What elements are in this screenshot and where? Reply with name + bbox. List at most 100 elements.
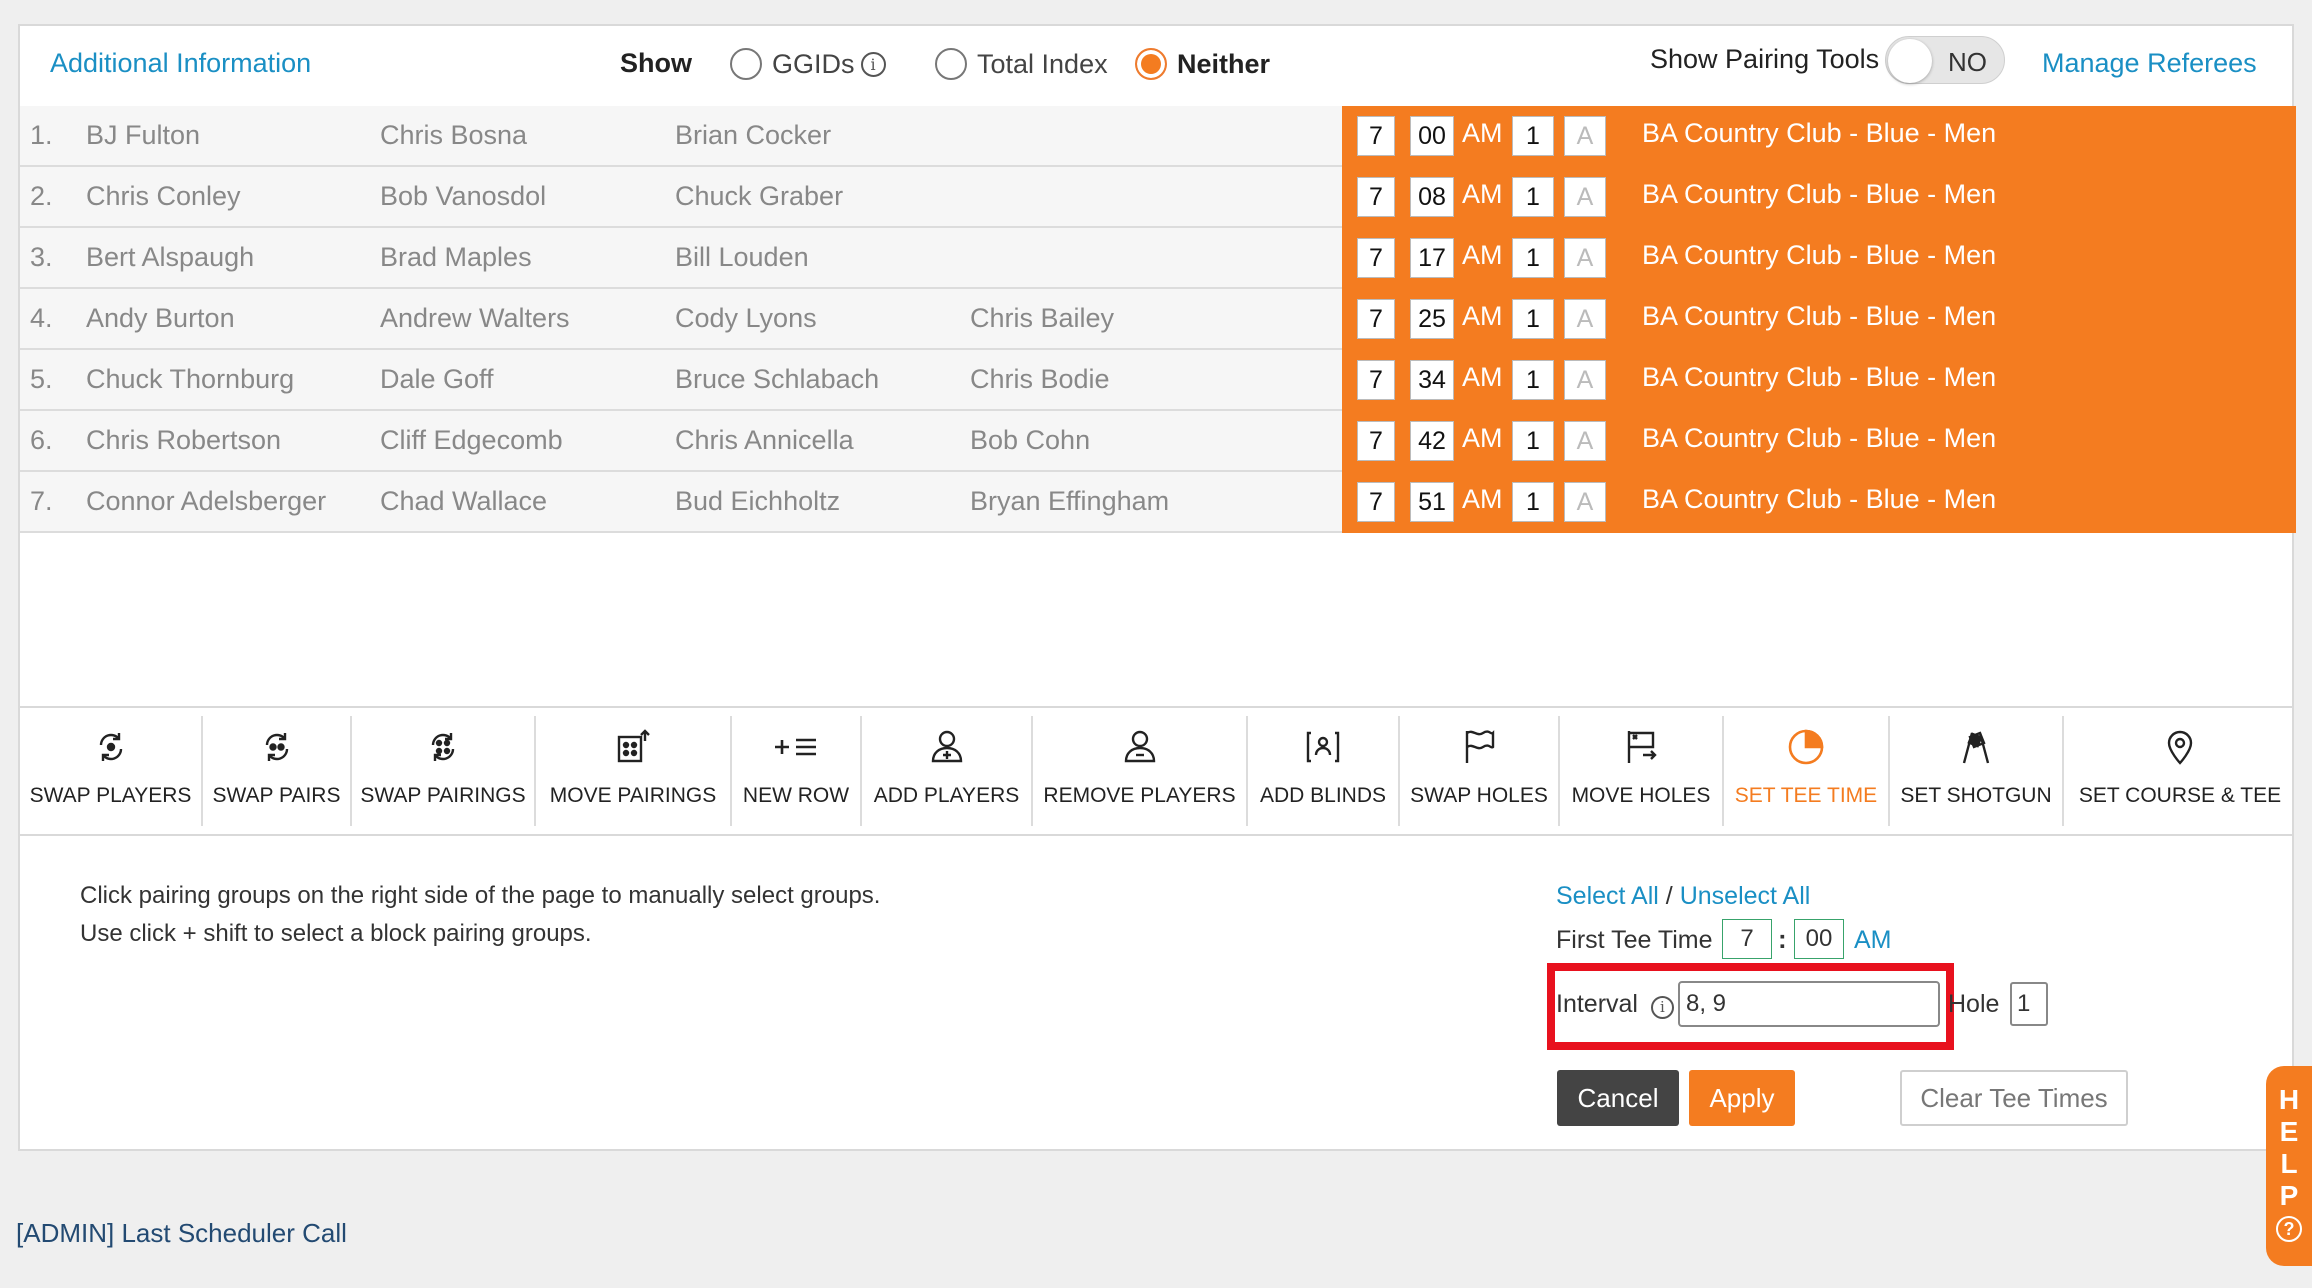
tool-swap-players[interactable]: SWAP PLAYERS [20, 716, 203, 826]
player-name[interactable]: Brad Maples [380, 242, 532, 273]
minute-input[interactable]: 51 [1410, 482, 1454, 522]
player-name[interactable]: Andrew Walters [380, 303, 570, 334]
tee-input[interactable]: A [1564, 238, 1606, 278]
player-name[interactable]: Bob Cohn [970, 425, 1090, 456]
pairing-row[interactable]: 2. Chris Conley Bob Vanosdol Chuck Graber 7… [20, 167, 2296, 228]
minute-input[interactable]: 25 [1410, 299, 1454, 339]
manage-referees-link[interactable]: Manage Referees [2042, 48, 2257, 79]
tool-new-row[interactable]: NEW ROW [732, 716, 862, 826]
hole-input[interactable]: 1 [1512, 116, 1554, 156]
select-all-link[interactable]: Select All [1556, 882, 1659, 910]
pairing-group-selected[interactable]: 7 34 AM 1 A BA Country Club - Blue - Men [1342, 350, 2296, 411]
hole-input[interactable]: 1 [1512, 482, 1554, 522]
player-name[interactable]: Bert Alspaugh [86, 242, 254, 273]
tee-input[interactable]: A [1564, 116, 1606, 156]
tool-remove-players[interactable]: REMOVE PLAYERS [1033, 716, 1248, 826]
player-name[interactable]: Bob Vanosdol [380, 181, 546, 212]
player-name[interactable]: Brian Cocker [675, 120, 831, 151]
pairing-row[interactable]: 1. BJ Fulton Chris Bosna Brian Cocker 7 00 … [20, 106, 2296, 167]
tool-swap-pairs[interactable]: SWAP PAIRS [203, 716, 352, 826]
minute-input[interactable]: 34 [1410, 360, 1454, 400]
pairing-group-selected[interactable]: 7 00 AM 1 A BA Country Club - Blue - Men [1342, 106, 2296, 167]
player-name[interactable]: Bruce Schlabach [675, 364, 879, 395]
pairing-group-selected[interactable]: 7 08 AM 1 A BA Country Club - Blue - Men [1342, 167, 2296, 228]
hour-input[interactable]: 7 [1357, 238, 1395, 278]
radio-ggids[interactable]: GGIDs i [730, 46, 886, 82]
ampm-label[interactable]: AM [1462, 362, 1503, 393]
apply-button[interactable]: Apply [1689, 1070, 1795, 1126]
hole-input[interactable]: 1 [1512, 238, 1554, 278]
player-name[interactable]: Chad Wallace [380, 486, 547, 517]
tool-swap-pairings[interactable]: SWAP PAIRINGS [352, 716, 536, 826]
tool-swap-holes[interactable]: SWAP HOLES [1400, 716, 1560, 826]
tool-add-players[interactable]: ADD PLAYERS [862, 716, 1033, 826]
first-tee-ampm-toggle[interactable]: AM [1854, 926, 1892, 955]
tee-input[interactable]: A [1564, 299, 1606, 339]
pairing-group-selected[interactable]: 7 17 AM 1 A BA Country Club - Blue - Men [1342, 228, 2296, 289]
tool-set-shotgun[interactable]: SET SHOTGUN [1890, 716, 2064, 826]
ampm-label[interactable]: AM [1462, 484, 1503, 515]
course-name[interactable]: BA Country Club - Blue - Men [1642, 484, 1996, 515]
ampm-label[interactable]: AM [1462, 118, 1503, 149]
first-tee-hour-input[interactable]: 7 [1722, 919, 1772, 959]
radio-total-index[interactable]: Total Index [935, 46, 1108, 82]
pairing-tools-toggle[interactable]: NO [1885, 36, 2005, 84]
tool-move-pairings[interactable]: MOVE PAIRINGS [536, 716, 732, 826]
player-name[interactable]: Bud Eichholtz [675, 486, 840, 517]
course-name[interactable]: BA Country Club - Blue - Men [1642, 301, 1996, 332]
player-name[interactable]: Cliff Edgecomb [380, 425, 563, 456]
ampm-label[interactable]: AM [1462, 240, 1503, 271]
course-name[interactable]: BA Country Club - Blue - Men [1642, 423, 1996, 454]
player-name[interactable]: Bill Louden [675, 242, 809, 273]
pairing-row[interactable]: 4. Andy Burton Andrew Walters Cody Lyons Chr… [20, 289, 2296, 350]
admin-last-scheduler-call-link[interactable]: [ADMIN] Last Scheduler Call [16, 1218, 347, 1249]
minute-input[interactable]: 00 [1410, 116, 1454, 156]
pairing-group-selected[interactable]: 7 42 AM 1 A BA Country Club - Blue - Men [1342, 411, 2296, 472]
course-name[interactable]: BA Country Club - Blue - Men [1642, 179, 1996, 210]
tee-input[interactable]: A [1564, 421, 1606, 461]
hour-input[interactable]: 7 [1357, 360, 1395, 400]
player-name[interactable]: Chuck Thornburg [86, 364, 294, 395]
pairing-row[interactable]: 5. Chuck Thornburg Dale Goff Bruce Schlabac… [20, 350, 2296, 411]
hour-input[interactable]: 7 [1357, 421, 1395, 461]
minute-input[interactable]: 08 [1410, 177, 1454, 217]
player-name[interactable]: Chris Annicella [675, 425, 854, 456]
pairing-group-selected[interactable]: 7 51 AM 1 A BA Country Club - Blue - Men [1342, 472, 2296, 533]
minute-input[interactable]: 42 [1410, 421, 1454, 461]
unselect-all-link[interactable]: Unselect All [1680, 882, 1811, 910]
player-name[interactable]: Chris Bailey [970, 303, 1114, 334]
player-name[interactable]: Chuck Graber [675, 181, 843, 212]
pairing-row[interactable]: 7. Connor Adelsberger Chad Wallace Bud Eich… [20, 472, 2296, 533]
hour-input[interactable]: 7 [1357, 116, 1395, 156]
player-name[interactable]: Connor Adelsberger [86, 486, 326, 517]
tool-add-blinds[interactable]: ADD BLINDS [1248, 716, 1400, 826]
first-tee-minute-input[interactable]: 00 [1794, 919, 1844, 959]
player-name[interactable]: Chris Robertson [86, 425, 281, 456]
tool-set-tee-time[interactable]: SET TEE TIME [1724, 716, 1890, 826]
hole-input[interactable]: 1 [1512, 177, 1554, 217]
hour-input[interactable]: 7 [1357, 482, 1395, 522]
hour-input[interactable]: 7 [1357, 299, 1395, 339]
ampm-label[interactable]: AM [1462, 179, 1503, 210]
pairing-row[interactable]: 3. Bert Alspaugh Brad Maples Bill Louden 7 … [20, 228, 2296, 289]
help-tab[interactable]: H E L P? [2266, 1066, 2312, 1266]
player-name[interactable]: Chris Bosna [380, 120, 527, 151]
course-name[interactable]: BA Country Club - Blue - Men [1642, 118, 1996, 149]
clear-tee-times-button[interactable]: Clear Tee Times [1900, 1070, 2128, 1126]
hole-input[interactable]: 1 [1512, 421, 1554, 461]
info-icon[interactable]: i [860, 51, 886, 77]
player-name[interactable]: Andy Burton [86, 303, 235, 334]
tool-move-holes[interactable]: MOVE HOLES [1560, 716, 1724, 826]
ampm-label[interactable]: AM [1462, 301, 1503, 332]
additional-information-link[interactable]: Additional Information [50, 48, 311, 79]
minute-input[interactable]: 17 [1410, 238, 1454, 278]
hole-input[interactable]: 1 [2010, 982, 2048, 1026]
tool-set-course-tee[interactable]: SET COURSE & TEE [2064, 716, 2296, 826]
ampm-label[interactable]: AM [1462, 423, 1503, 454]
player-name[interactable]: Dale Goff [380, 364, 494, 395]
player-name[interactable]: Chris Conley [86, 181, 241, 212]
course-name[interactable]: BA Country Club - Blue - Men [1642, 362, 1996, 393]
tee-input[interactable]: A [1564, 177, 1606, 217]
cancel-button[interactable]: Cancel [1557, 1070, 1679, 1126]
course-name[interactable]: BA Country Club - Blue - Men [1642, 240, 1996, 271]
